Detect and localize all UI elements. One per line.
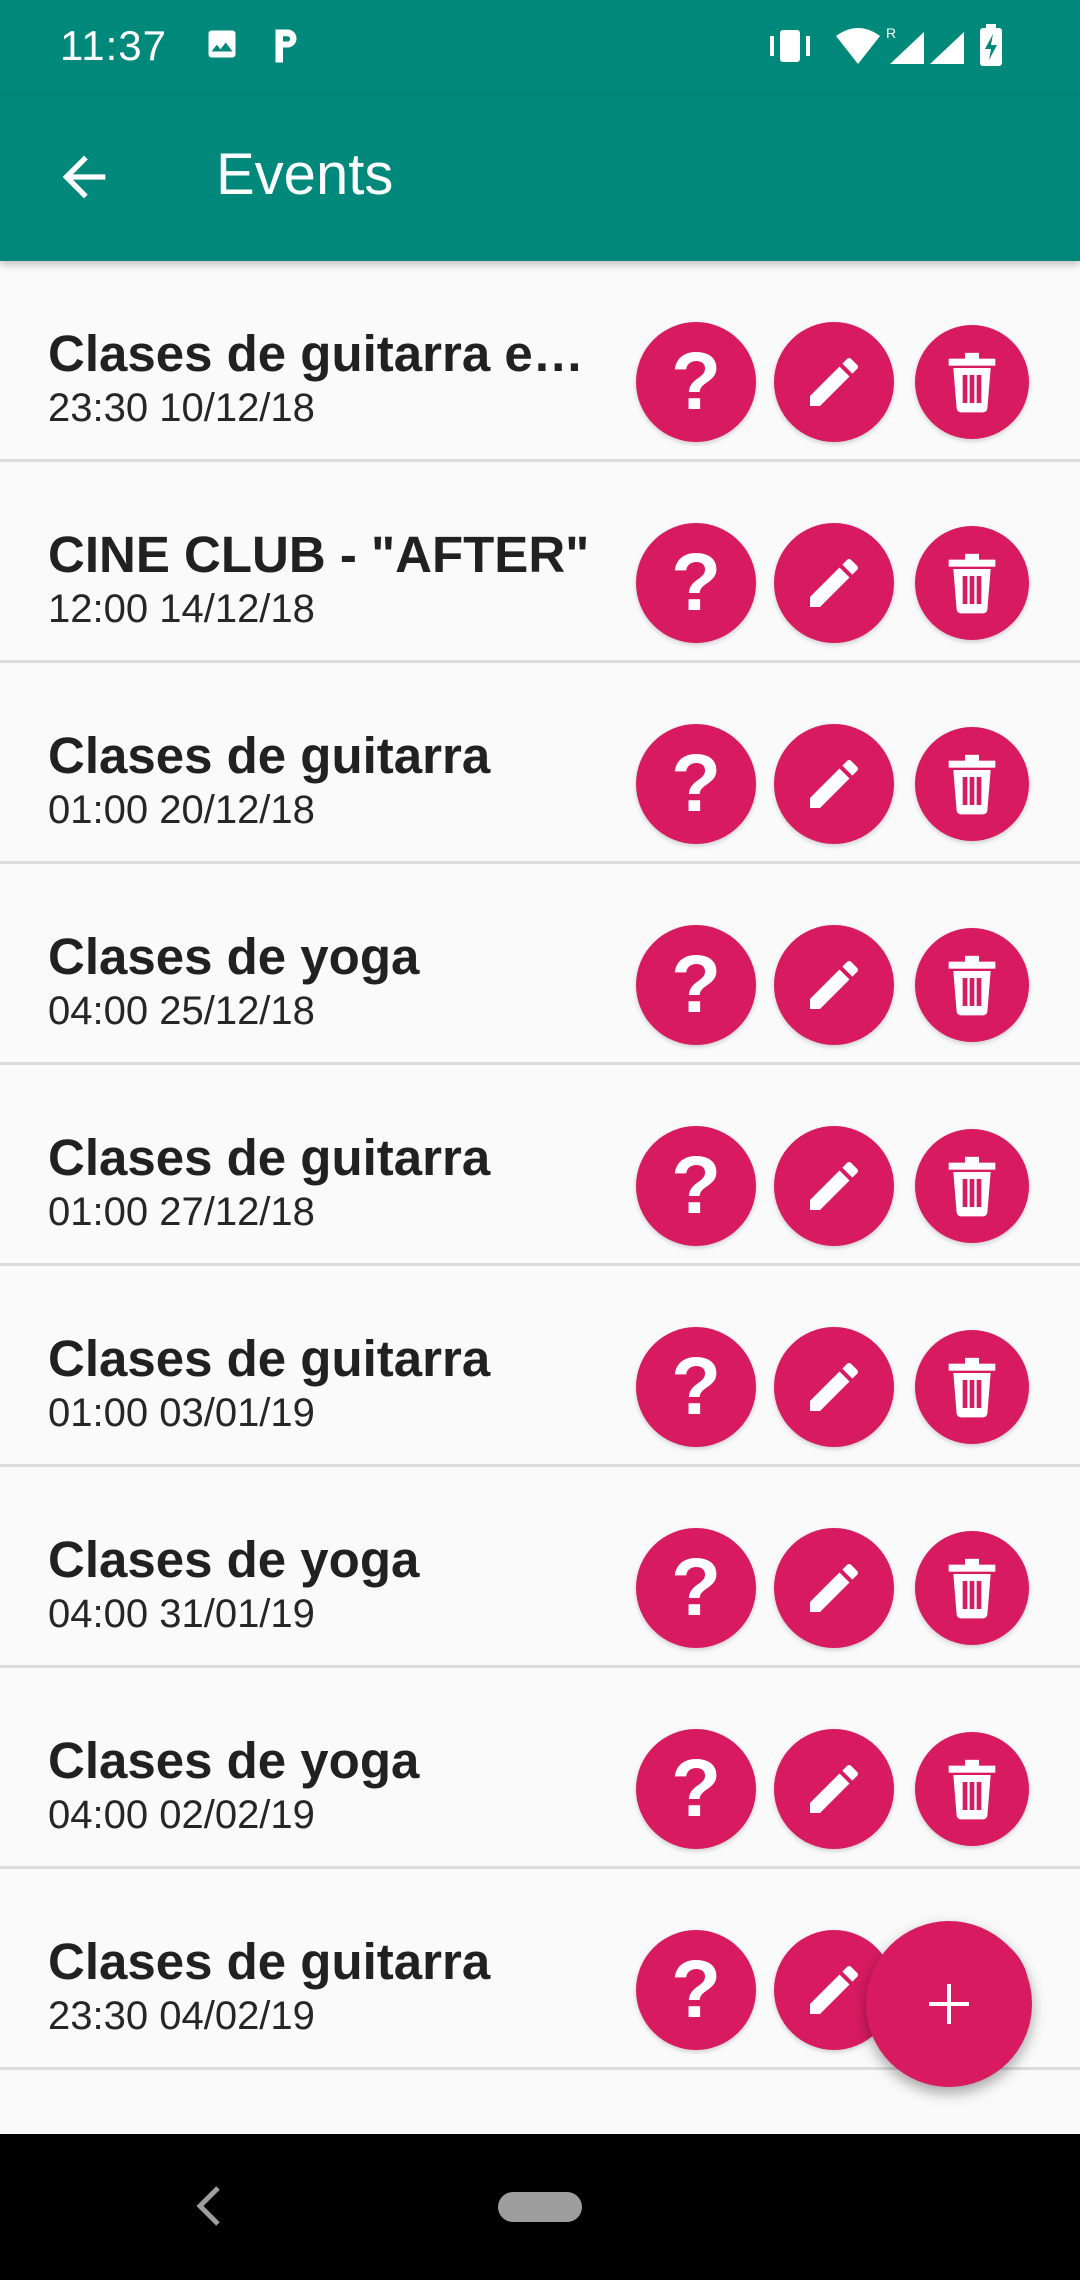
event-title: Clases de guitarra [48, 1330, 491, 1387]
event-datetime: 23:30 04/02/19 [48, 1994, 315, 2038]
event-title: Clases de yoga [48, 1732, 420, 1789]
event-title: Clases de guitarra [48, 1129, 491, 1186]
help-button[interactable]: ? [636, 724, 756, 844]
delete-button[interactable] [915, 1732, 1029, 1846]
help-button[interactable]: ? [636, 1930, 756, 2050]
trash-icon [948, 1357, 996, 1418]
event-datetime: 04:00 25/12/18 [48, 989, 315, 1033]
trash-icon [948, 1156, 996, 1217]
event-row[interactable]: Clases de guitarra es… 23:30 10/12/18 ? [0, 261, 1080, 462]
event-row[interactable]: Clases de guitarra 01:00 27/12/18 ? [0, 1065, 1080, 1266]
help-icon: ? [670, 738, 722, 829]
edit-button[interactable] [774, 523, 894, 643]
wifi-icon [836, 28, 880, 64]
event-datetime: 01:00 03/01/19 [48, 1391, 315, 1435]
event-row[interactable]: Clases de yoga 04:00 02/02/19 ? [0, 1668, 1080, 1869]
event-title: Clases de yoga [48, 928, 420, 985]
delete-button[interactable] [915, 1531, 1029, 1645]
help-icon: ? [670, 1542, 722, 1633]
help-icon: ? [670, 1140, 722, 1231]
page-title: Events [216, 142, 394, 207]
help-icon: ? [670, 1341, 722, 1432]
signal-icon [930, 32, 964, 64]
event-title: Clases de guitarra es… [48, 325, 608, 382]
nav-home-pill[interactable] [498, 2192, 582, 2222]
trash-icon [948, 553, 996, 614]
system-nav-bar [0, 2134, 1080, 2280]
help-button[interactable]: ? [636, 1327, 756, 1447]
event-datetime: 04:00 31/01/19 [48, 1592, 315, 1636]
trash-icon [948, 1759, 996, 1820]
nav-back-icon[interactable] [190, 2182, 226, 2235]
pencil-icon [810, 1161, 859, 1210]
event-datetime: 01:00 20/12/18 [48, 788, 315, 832]
trash-icon [948, 754, 996, 815]
svg-text:R: R [886, 25, 896, 41]
help-button[interactable]: ? [636, 523, 756, 643]
help-icon: ? [670, 939, 722, 1030]
event-row[interactable]: Clases de guitarra 01:00 20/12/18 ? [0, 663, 1080, 864]
add-event-button[interactable] [866, 1921, 1032, 2087]
pencil-icon [810, 1764, 859, 1813]
edit-button[interactable] [774, 925, 894, 1045]
event-title: Clases de guitarra [48, 727, 491, 784]
event-datetime: 12:00 14/12/18 [48, 587, 315, 631]
help-button[interactable]: ? [636, 322, 756, 442]
event-row[interactable]: Clases de guitarra 01:00 03/01/19 ? [0, 1266, 1080, 1467]
delete-button[interactable] [915, 727, 1029, 841]
event-title: CINE CLUB - "AFTER" [48, 526, 590, 583]
pencil-icon [810, 759, 859, 808]
delete-button[interactable] [915, 1330, 1029, 1444]
pencil-icon [810, 1563, 859, 1612]
signal-roaming-icon: R [886, 25, 924, 64]
edit-button[interactable] [774, 1729, 894, 1849]
delete-button[interactable] [915, 928, 1029, 1042]
pencil-icon [810, 1362, 859, 1411]
pencil-icon [810, 558, 859, 607]
arrow-back-icon[interactable] [52, 145, 116, 209]
battery-charging-icon [980, 24, 1002, 66]
help-icon: ? [670, 537, 722, 628]
event-row[interactable]: CINE CLUB - "AFTER" 12:00 14/12/18 ? [0, 462, 1080, 663]
event-datetime: 04:00 02/02/19 [48, 1793, 315, 1837]
status-time: 11:37 [60, 22, 167, 69]
pencil-icon [810, 960, 859, 1009]
event-datetime: 01:00 27/12/18 [48, 1190, 315, 1234]
edit-button[interactable] [774, 322, 894, 442]
help-button[interactable]: ? [636, 1528, 756, 1648]
help-icon: ? [670, 1743, 722, 1834]
help-button[interactable]: ? [636, 1126, 756, 1246]
pencil-icon [810, 357, 859, 406]
pencil-icon [810, 1965, 859, 2014]
help-button[interactable]: ? [636, 925, 756, 1045]
help-icon: ? [670, 336, 722, 427]
event-title: Clases de guitarra [48, 1933, 491, 1990]
parking-icon [268, 26, 304, 71]
plus-icon [929, 1984, 969, 2024]
edit-button[interactable] [774, 1528, 894, 1648]
help-icon: ? [670, 1944, 722, 2035]
edit-button[interactable] [774, 724, 894, 844]
status-bar: 11:37 R [0, 0, 1080, 95]
edit-button[interactable] [774, 1327, 894, 1447]
event-datetime: 23:30 10/12/18 [48, 386, 315, 430]
edit-button[interactable] [774, 1126, 894, 1246]
trash-icon [948, 352, 996, 413]
delete-button[interactable] [915, 325, 1029, 439]
trash-icon [948, 955, 996, 1016]
app-bar: Events [0, 95, 1080, 261]
image-icon [204, 26, 240, 67]
help-button[interactable]: ? [636, 1729, 756, 1849]
status-icons: R [768, 22, 1028, 72]
vibrate-icon [770, 30, 810, 62]
trash-icon [948, 1558, 996, 1619]
delete-button[interactable] [915, 526, 1029, 640]
delete-button[interactable] [915, 1129, 1029, 1243]
event-title: Clases de yoga [48, 1531, 420, 1588]
event-list: Clases de guitarra es… 23:30 10/12/18 ? … [0, 261, 1080, 2070]
event-row[interactable]: Clases de yoga 04:00 31/01/19 ? [0, 1467, 1080, 1668]
event-row[interactable]: Clases de yoga 04:00 25/12/18 ? [0, 864, 1080, 1065]
